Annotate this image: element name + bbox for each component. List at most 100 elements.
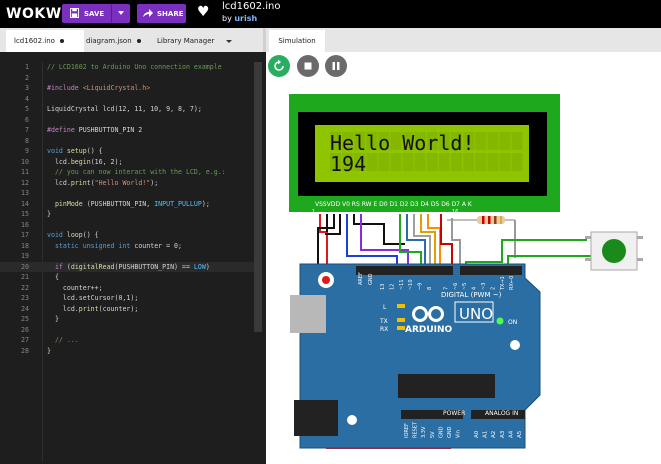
line-number: 6 (25, 115, 29, 124)
line-number: 26 (21, 325, 29, 334)
code-line[interactable]: 17 void loop() { (0, 230, 254, 240)
line-number: 20 (21, 262, 29, 271)
analog-pin-label: A4 (508, 430, 514, 438)
pause-simulation-button[interactable] (325, 55, 347, 77)
code-line[interactable]: 19 (0, 251, 254, 261)
restart-simulation-button[interactable] (268, 55, 290, 77)
line-number: 1 (25, 63, 29, 71)
resistor[interactable] (447, 216, 515, 224)
pane-divider[interactable] (263, 28, 266, 52)
code-token: () { (82, 231, 99, 239)
code-line[interactable]: 27 // ... (0, 335, 254, 345)
code-token: lcd. (47, 304, 79, 313)
tab-label: lcd1602.ino (14, 37, 55, 45)
arduino-model: UNO (459, 305, 493, 323)
code-line[interactable]: 12 lcd.print("Hello World!"); (0, 178, 254, 188)
code-line[interactable]: 6 (0, 115, 254, 125)
code-line[interactable]: 16 (0, 220, 254, 230)
wokwi-logo[interactable]: WOKWI (6, 6, 67, 22)
code-line[interactable]: 23 lcd.setCursor(0,1); (0, 293, 254, 303)
line-text: LiquidCrystal lcd(12, 11, 10, 9, 8, 7); (47, 104, 202, 114)
code-token: void (47, 147, 67, 155)
tab-diagram-json[interactable]: diagram.json (80, 30, 162, 52)
arduino-uno-board[interactable]: AREF GND 13 12 ~11 ~10 ~9 8 7 ~6 ~5 4 ~3 2 TX→1 RX←0 … (290, 263, 541, 449)
stop-icon (304, 62, 312, 70)
code-line[interactable]: 2 (0, 73, 254, 83)
digital-pin-label: ~11 (399, 279, 405, 290)
code-line[interactable]: 18 static unsigned int counter = 0; (0, 241, 254, 251)
code-line[interactable]: 21 { (0, 272, 254, 282)
line-text: // ... (47, 335, 79, 345)
heart-icon[interactable]: ♥ (197, 4, 210, 20)
analog-pin-label: A3 (500, 430, 506, 438)
code-line[interactable]: 8 (0, 136, 254, 146)
code-line[interactable]: 22 counter++; (0, 283, 254, 293)
code-editor[interactable]: 1 // LCD1602 to Arduino Uno connection ex… (0, 52, 263, 464)
power-pin-label: Vin (456, 430, 462, 438)
unsaved-dot-icon (59, 39, 64, 43)
line-number: 12 (21, 178, 29, 187)
lcd1602-display[interactable]: Hello World! 194 VSSVDD V0 RS RW E D0 D1… (289, 94, 560, 215)
stop-simulation-button[interactable] (297, 55, 319, 77)
line-number: 28 (21, 346, 29, 355)
gnd-label: GND (368, 273, 374, 285)
line-number: 14 (21, 199, 29, 208)
line-text: } (47, 209, 51, 219)
save-label: SAVE (84, 10, 105, 18)
code-line[interactable]: 20 if (digitalRead(PUSHBUTTON_PIN) == LO… (0, 261, 254, 272)
code-token: counter = 0; (134, 241, 182, 250)
save-dropdown-button[interactable] (111, 4, 131, 23)
lcd-cell (475, 153, 487, 171)
code-line[interactable]: 28} (0, 346, 254, 356)
editor-scrollbar[interactable] (254, 62, 262, 332)
project-title[interactable]: lcd1602.ino (222, 1, 281, 12)
save-icon (70, 8, 79, 18)
code-line[interactable]: 15} (0, 209, 254, 219)
lcd-cell (475, 132, 487, 150)
lcd-cell (378, 153, 390, 171)
code-line[interactable]: 3 #include <LiquidCrystal.h> (0, 83, 254, 93)
code-line[interactable]: 5 LiquidCrystal lcd(12, 11, 10, 9, 8, 7); (0, 104, 254, 114)
tab-lcd1602-ino[interactable]: lcd1602.ino (6, 30, 84, 52)
code-line[interactable]: 10 lcd.begin(16, 2); (0, 157, 254, 167)
code-line[interactable]: 9 void setup() { (0, 146, 254, 156)
lcd-cell (499, 132, 511, 150)
code-line[interactable]: 24 lcd.print(counter); (0, 304, 254, 314)
save-button[interactable]: SAVE (62, 4, 130, 23)
lcd-cell (511, 132, 523, 150)
lcd-pin-first: 1 (312, 209, 315, 215)
share-button[interactable]: SHARE (137, 4, 186, 23)
code-line[interactable]: 26 (0, 325, 254, 335)
code-token: #include (47, 84, 83, 92)
circuit-canvas[interactable]: Hello World! 194 VSSVDD V0 RS RW E D0 D1… (266, 80, 661, 464)
code-line[interactable]: 25 } (0, 314, 254, 324)
digital-pin-label: ~6 (453, 283, 459, 290)
line-text: } (47, 346, 51, 356)
digital-pin-label: 4 (472, 287, 478, 290)
code-line[interactable]: 11 // you can now interact with the LCD,… (0, 167, 254, 177)
code-token: } (47, 315, 59, 323)
code-token: digitalRead (70, 262, 115, 271)
tab-library-manager[interactable]: Library Manager (157, 30, 247, 52)
code-token: print (78, 304, 99, 313)
code-line[interactable]: 13 (0, 188, 254, 198)
lcd-line-2: 194 (330, 152, 366, 176)
code-line[interactable]: 14 pinMode (PUSHBUTTON_PIN, INPUT_PULLUP… (0, 199, 254, 209)
on-label: ON (508, 319, 517, 326)
author-link[interactable]: urish (234, 14, 257, 23)
code-token: { (47, 273, 59, 281)
analog-pin-label: A0 (474, 430, 480, 438)
pushbutton[interactable] (585, 231, 643, 271)
pushbutton-cap[interactable] (602, 239, 626, 263)
line-text: void setup() { (47, 146, 103, 156)
code-line[interactable]: 7 #define PUSHBUTTON_PIN 2 (0, 125, 254, 135)
digital-pin-label: ~9 (418, 283, 424, 290)
code-line[interactable]: 4 (0, 94, 254, 104)
code-line[interactable]: 1 // LCD1602 to Arduino Uno connection ex… (0, 62, 254, 72)
code-token: static unsigned int (47, 241, 135, 250)
line-number: 4 (25, 94, 29, 103)
code-token: counter++; (47, 283, 103, 292)
rx-label: RX (380, 326, 388, 333)
restart-icon (274, 59, 284, 71)
tab-simulation[interactable]: Simulation (269, 30, 325, 52)
